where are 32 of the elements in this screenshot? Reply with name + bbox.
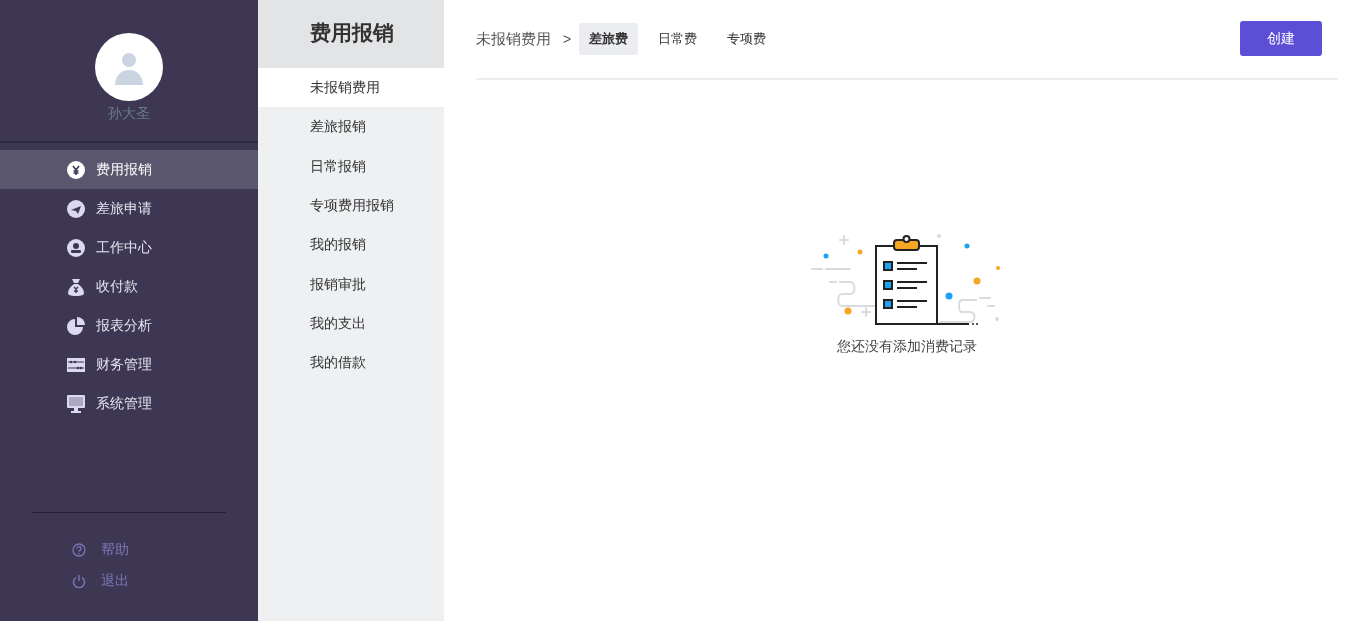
submenu-item[interactable]: 我的借款: [258, 343, 444, 383]
submenu-item[interactable]: 我的报销: [258, 225, 444, 265]
monitor-icon: [67, 394, 85, 413]
money-bag-icon: [67, 277, 85, 296]
nav-item[interactable]: 工作中心: [0, 228, 258, 267]
power-icon: [72, 573, 86, 588]
nav-item[interactable]: 差旅申请: [0, 189, 258, 228]
submenu-title: 费用报销: [310, 20, 394, 47]
submenu-item[interactable]: 报销审批: [258, 264, 444, 304]
create-button[interactable]: 创建: [1240, 20, 1322, 56]
nav-item[interactable]: 收付款: [0, 267, 258, 306]
pie-chart-icon: [67, 316, 85, 335]
help-icon: [72, 542, 86, 557]
breadcrumb-text[interactable]: 未报销费用: [476, 27, 551, 51]
breadcrumb-separator: >: [563, 29, 572, 49]
tab[interactable]: 日常费: [648, 23, 708, 55]
submenu-item[interactable]: 未报销费用: [258, 68, 444, 108]
nav-item[interactable]: 费用报销: [0, 150, 258, 189]
submenu-item[interactable]: 专项费用报销: [258, 185, 444, 226]
submenu-item[interactable]: 差旅报销: [258, 107, 444, 147]
tab[interactable]: 差旅费: [579, 23, 639, 55]
yen-icon: [67, 160, 85, 179]
person-icon: [67, 238, 85, 257]
user-name: 孙大圣: [108, 104, 150, 123]
nav-item[interactable]: 报表分析: [0, 306, 258, 345]
tab[interactable]: 专项费: [717, 23, 777, 55]
submenu-item[interactable]: 日常报销: [258, 146, 444, 186]
abacus-icon: [67, 355, 85, 374]
empty-message: 您还没有添加消费记录: [837, 337, 977, 356]
submenu-item[interactable]: 我的支出: [258, 303, 444, 344]
nav-item[interactable]: 系统管理: [0, 384, 258, 423]
nav-item[interactable]: 财务管理: [0, 345, 258, 384]
